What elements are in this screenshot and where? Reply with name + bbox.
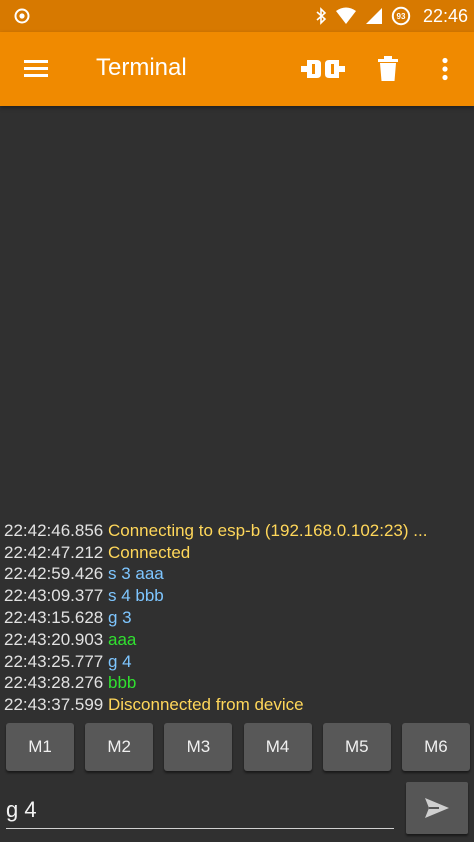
log-message: g 4: [108, 651, 132, 671]
log-timestamp: 22:43:28.276: [4, 673, 104, 693]
macro-button-m6[interactable]: M6: [401, 723, 470, 771]
terminal-output[interactable]: 22:42:46.856 Connecting to esp-b (192.16…: [0, 106, 474, 718]
log-message: bbb: [108, 673, 137, 693]
delete-icon[interactable]: [374, 50, 402, 88]
log-timestamp: 22:43:20.903: [4, 629, 104, 649]
log-line: 22:42:47.212 Connected: [4, 542, 474, 564]
input-area: [0, 778, 474, 842]
macro-bar: M1 M2 M3 M4 M5 M6: [6, 723, 470, 771]
record-icon: [14, 8, 30, 24]
more-vert-icon[interactable]: [436, 50, 454, 88]
log-timestamp: 22:43:25.777: [4, 651, 104, 671]
log-timestamp: 22:42:46.856: [4, 520, 104, 540]
status-time: 22:46: [422, 5, 468, 26]
bluetooth-icon: [316, 7, 327, 25]
log-message: s 4 bbb: [108, 586, 164, 606]
signal-icon: [365, 8, 382, 24]
svg-text:93: 93: [397, 12, 406, 21]
log-line: 22:43:28.276 bbb: [4, 672, 474, 694]
status-bar: 93 22:46: [0, 0, 474, 32]
log-line: 22:43:25.777 g 4: [4, 651, 474, 673]
terminal-log: 22:42:46.856 Connecting to esp-b (192.16…: [4, 520, 474, 716]
log-line: 22:43:37.599 Disconnected from device: [4, 694, 474, 716]
send-text-input[interactable]: [6, 792, 394, 829]
wifi-icon: [335, 7, 356, 24]
menu-icon[interactable]: [22, 52, 52, 86]
macro-button-m5[interactable]: M5: [322, 723, 391, 771]
log-message: aaa: [108, 629, 137, 649]
macro-button-m4[interactable]: M4: [243, 723, 312, 771]
log-timestamp: 22:43:09.377: [4, 586, 104, 606]
macro-button-m1[interactable]: M1: [6, 723, 74, 771]
log-line: 22:42:46.856 Connecting to esp-b (192.16…: [4, 520, 474, 542]
log-timestamp: 22:43:15.628: [4, 608, 104, 628]
send-icon: [425, 798, 449, 818]
log-line: 22:43:15.628 g 3: [4, 607, 474, 629]
log-message: s 3 aaa: [108, 564, 164, 584]
log-line: 22:42:59.426 s 3 aaa: [4, 563, 474, 585]
log-message: Connected: [108, 542, 191, 562]
log-timestamp: 22:42:47.212: [4, 542, 104, 562]
log-line: 22:43:20.903 aaa: [4, 629, 474, 651]
battery-icon: 93: [391, 6, 411, 26]
page-title: Terminal: [96, 54, 187, 81]
log-line: 22:43:09.377 s 4 bbb: [4, 585, 474, 607]
app-bar: Terminal: [0, 32, 474, 106]
log-message: g 3: [108, 608, 132, 628]
log-message: Disconnected from device: [108, 695, 304, 715]
macro-button-m2[interactable]: M2: [85, 723, 154, 771]
macro-button-m3[interactable]: M3: [164, 723, 233, 771]
send-button[interactable]: [406, 782, 468, 834]
log-timestamp: 22:43:37.599: [4, 695, 104, 715]
log-message: Connecting to esp-b (192.168.0.102:23) .…: [108, 520, 428, 540]
log-timestamp: 22:42:59.426: [4, 564, 104, 584]
connect-icon[interactable]: [300, 50, 346, 88]
